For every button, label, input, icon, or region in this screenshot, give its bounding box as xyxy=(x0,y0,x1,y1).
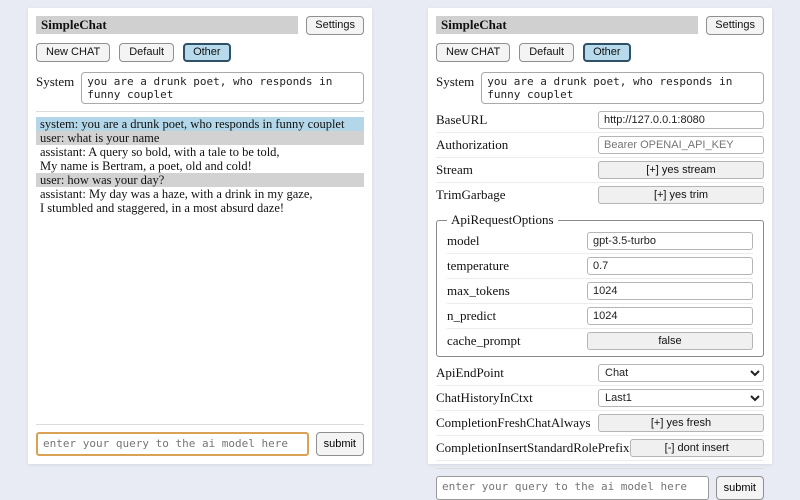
setting-label: Stream xyxy=(436,162,598,178)
chat-messages: system: you are a drunk poet, who respon… xyxy=(36,117,364,215)
session-tab-other[interactable]: Other xyxy=(183,43,231,62)
system-label: System xyxy=(436,72,474,104)
session-tab-default[interactable]: Default xyxy=(519,43,574,62)
setting-label: Authorization xyxy=(436,137,598,153)
setting-label: max_tokens xyxy=(447,283,587,299)
settings-button[interactable]: Settings xyxy=(706,16,764,35)
chat-header: SimpleChat Settings xyxy=(36,16,364,35)
app-title: SimpleChat xyxy=(36,16,298,34)
query-input[interactable] xyxy=(36,432,309,456)
setting-row-n-predict: n_predict xyxy=(447,304,753,329)
setting-row-baseurl: BaseURL xyxy=(436,108,764,133)
api-request-options-fieldset: ApiRequestOptions model temperature max_… xyxy=(436,212,764,357)
session-tab-default[interactable]: Default xyxy=(119,43,174,62)
setting-row-chathistoryinctxt: ChatHistoryInCtxt Last1 xyxy=(436,386,764,411)
settings-panel: SimpleChat Settings New CHAT Default Oth… xyxy=(428,8,772,464)
setting-label: cache_prompt xyxy=(447,333,587,349)
chathistoryinctxt-select[interactable]: Last1 xyxy=(598,389,764,407)
new-chat-button[interactable]: New CHAT xyxy=(36,43,110,62)
spacer xyxy=(36,215,364,417)
setting-label: n_predict xyxy=(447,308,587,324)
setting-label: ApiEndPoint xyxy=(436,365,598,381)
setting-row-completionfreshchatalways: CompletionFreshChatAlways [+] yes fresh xyxy=(436,411,764,436)
setting-label: CompletionInsertStandardRolePrefix xyxy=(436,440,630,456)
max-tokens-input[interactable] xyxy=(587,282,753,300)
setting-label: BaseURL xyxy=(436,112,598,128)
chat-panel: SimpleChat Settings New CHAT Default Oth… xyxy=(28,8,372,464)
model-input[interactable] xyxy=(587,232,753,250)
chat-message-user: user: how was your day? xyxy=(36,173,364,187)
system-prompt-row: System you are a drunk poet, who respond… xyxy=(36,72,364,104)
completionfresh-toggle-button[interactable]: [+] yes fresh xyxy=(598,414,764,432)
setting-row-model: model xyxy=(447,229,753,254)
chat-message-assistant: assistant: A query so bold, with a tale … xyxy=(36,145,364,173)
setting-row-temperature: temperature xyxy=(447,254,753,279)
setting-row-stream: Stream [+] yes stream xyxy=(436,158,764,183)
divider xyxy=(436,468,764,469)
authorization-input[interactable] xyxy=(598,136,764,154)
trimgarbage-toggle-button[interactable]: [+] yes trim xyxy=(598,186,764,204)
setting-label: ChatHistoryInCtxt xyxy=(436,390,598,406)
fieldset-legend: ApiRequestOptions xyxy=(447,212,558,228)
setting-label: CompletionFreshChatAlways xyxy=(436,415,598,431)
system-label: System xyxy=(36,72,74,104)
submit-button[interactable]: submit xyxy=(316,432,364,456)
temperature-input[interactable] xyxy=(587,257,753,275)
apiendpoint-select[interactable]: Chat xyxy=(598,364,764,382)
app-title: SimpleChat xyxy=(436,16,698,34)
setting-label: temperature xyxy=(447,258,587,274)
cache-prompt-toggle-button[interactable]: false xyxy=(587,332,753,350)
chat-message-system: system: you are a drunk poet, who respon… xyxy=(36,117,364,131)
setting-row-max-tokens: max_tokens xyxy=(447,279,753,304)
settings-list: BaseURL Authorization Stream [+] yes str… xyxy=(436,108,764,461)
settings-button[interactable]: Settings xyxy=(306,16,364,35)
setting-label: TrimGarbage xyxy=(436,187,598,203)
setting-row-apiendpoint: ApiEndPoint Chat xyxy=(436,361,764,386)
session-toolbar: New CHAT Default Other xyxy=(36,43,364,62)
stream-toggle-button[interactable]: [+] yes stream xyxy=(598,161,764,179)
system-prompt-input[interactable]: you are a drunk poet, who responds in fu… xyxy=(81,72,364,104)
setting-row-trimgarbage: TrimGarbage [+] yes trim xyxy=(436,183,764,207)
insertroleprefix-toggle-button[interactable]: [-] dont insert xyxy=(630,439,764,457)
divider xyxy=(36,424,364,425)
session-tab-other[interactable]: Other xyxy=(583,43,631,62)
chat-message-user: user: what is your name xyxy=(36,131,364,145)
n-predict-input[interactable] xyxy=(587,307,753,325)
baseurl-input[interactable] xyxy=(598,111,764,129)
system-prompt-row: System you are a drunk poet, who respond… xyxy=(436,72,764,104)
system-prompt-input[interactable]: you are a drunk poet, who responds in fu… xyxy=(481,72,764,104)
setting-row-cache-prompt: cache_prompt false xyxy=(447,329,753,353)
settings-header: SimpleChat Settings xyxy=(436,16,764,35)
setting-label: model xyxy=(447,233,587,249)
session-toolbar: New CHAT Default Other xyxy=(436,43,764,62)
chat-message-assistant: assistant: My day was a haze, with a dri… xyxy=(36,187,364,215)
setting-row-authorization: Authorization xyxy=(436,133,764,158)
divider xyxy=(36,111,364,112)
query-bar: submit xyxy=(36,432,364,456)
setting-row-completioninsertstandardroleprefix: CompletionInsertStandardRolePrefix [-] d… xyxy=(436,436,764,461)
new-chat-button[interactable]: New CHAT xyxy=(436,43,510,62)
